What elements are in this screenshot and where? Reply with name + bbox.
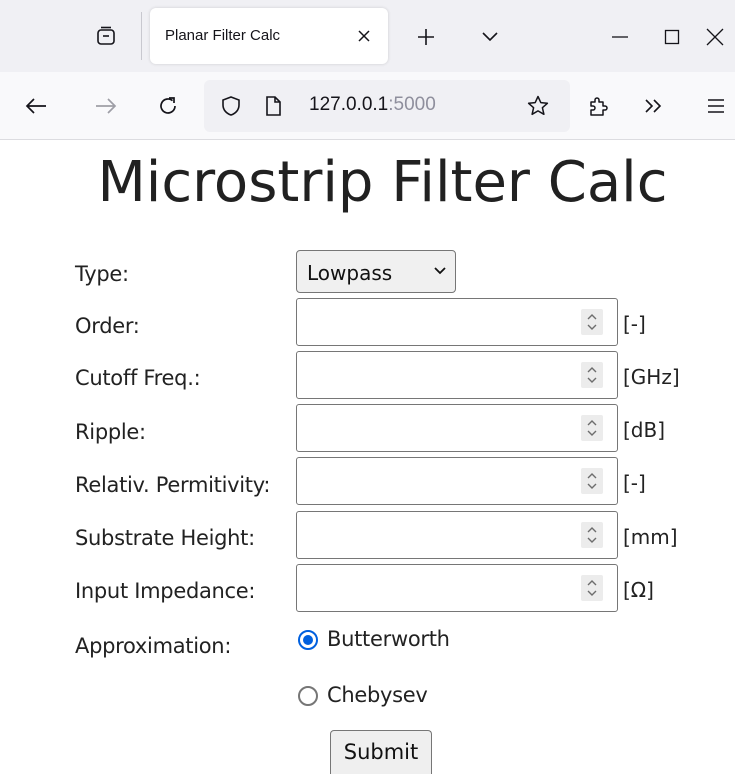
window-maximize-button[interactable] [652, 22, 692, 52]
page-title: Microstrip Filter Calc [97, 150, 668, 215]
permittivity-unit: [-] [623, 471, 646, 495]
order-label: Order: [75, 314, 140, 338]
shield-icon[interactable] [220, 95, 242, 117]
chevron-down-icon [434, 267, 446, 275]
extensions-button[interactable] [582, 90, 614, 122]
substrate-height-unit: [mm] [623, 525, 678, 549]
firefox-view-button[interactable] [88, 18, 124, 54]
input-impedance-input[interactable] [296, 564, 618, 612]
input-impedance-label: Input Impedance: [75, 579, 256, 603]
close-icon [706, 28, 724, 46]
spinner-arrows-icon [587, 314, 597, 330]
new-tab-button[interactable] [408, 22, 444, 52]
cutoff-freq-input[interactable] [296, 351, 618, 399]
ripple-input[interactable] [296, 404, 618, 452]
spinner-arrows-icon [587, 420, 597, 436]
hamburger-menu-icon [708, 99, 724, 113]
spinner-arrows-icon [587, 367, 597, 383]
chevron-down-icon [482, 32, 498, 42]
cutoff-freq-spinner[interactable] [581, 362, 603, 388]
navigation-toolbar: 127.0.0.1:5000 [0, 72, 735, 140]
arrow-left-icon [25, 98, 46, 114]
ripple-unit: [dB] [623, 418, 666, 442]
back-button[interactable] [20, 90, 52, 122]
tab-bar: Planar Filter Calc [0, 0, 735, 72]
order-input[interactable] [296, 298, 618, 346]
type-label: Type: [75, 262, 129, 286]
input-impedance-spinner[interactable] [581, 575, 603, 601]
bookmark-star-icon[interactable] [526, 94, 550, 118]
page-icon[interactable] [262, 95, 284, 117]
permittivity-input[interactable] [296, 457, 618, 505]
ripple-label: Ripple: [75, 420, 146, 444]
chebysev-label[interactable]: Chebysev [327, 683, 428, 707]
input-impedance-unit: [Ω] [623, 578, 654, 602]
active-tab[interactable]: Planar Filter Calc [150, 8, 388, 64]
cutoff-freq-label: Cutoff Freq.: [75, 366, 201, 390]
order-unit: [-] [623, 312, 646, 336]
app-menu-button[interactable] [700, 90, 732, 122]
double-chevron-right-icon [645, 99, 662, 113]
tab-title: Planar Filter Calc [165, 27, 281, 44]
ripple-spinner[interactable] [581, 415, 603, 441]
spinner-arrows-icon [587, 580, 597, 596]
substrate-height-label: Substrate Height: [75, 526, 255, 550]
type-select[interactable]: Lowpass [296, 250, 456, 293]
puzzle-icon [590, 97, 608, 116]
tab-close-button[interactable] [350, 22, 378, 50]
spinner-arrows-icon [587, 527, 597, 543]
maximize-icon [664, 29, 680, 45]
url-port: :5000 [388, 94, 436, 115]
cutoff-freq-unit: [GHz] [623, 365, 680, 389]
submit-button[interactable]: Submit [330, 730, 432, 774]
substrate-height-input[interactable] [296, 511, 618, 559]
window-close-button[interactable] [700, 22, 735, 52]
type-select-value: Lowpass [307, 261, 393, 285]
list-all-tabs-button[interactable] [472, 22, 508, 52]
permittivity-label: Relativ. Permitivity: [75, 473, 271, 497]
spinner-arrows-icon [587, 473, 597, 489]
address-bar[interactable]: 127.0.0.1:5000 [204, 80, 570, 132]
butterworth-radio[interactable] [298, 630, 318, 650]
tab-separator [141, 12, 142, 60]
window-minimize-button[interactable] [600, 22, 640, 52]
forward-button[interactable] [90, 90, 122, 122]
reload-button[interactable] [152, 90, 184, 122]
approximation-label: Approximation: [75, 634, 232, 658]
permittivity-spinner[interactable] [581, 468, 603, 494]
minimize-icon [612, 36, 628, 38]
butterworth-label[interactable]: Butterworth [327, 627, 450, 651]
close-icon [358, 30, 370, 42]
plus-icon [418, 29, 434, 45]
arrow-right-icon [96, 98, 117, 114]
url-host: 127.0.0.1 [309, 94, 389, 115]
more-tools-button[interactable] [638, 90, 670, 122]
firefox-view-icon [97, 26, 115, 45]
order-spinner[interactable] [581, 309, 603, 335]
substrate-height-spinner[interactable] [581, 522, 603, 548]
chebysev-radio[interactable] [298, 686, 318, 706]
url-text[interactable]: 127.0.0.1:5000 [309, 94, 436, 116]
reload-icon [160, 97, 176, 114]
